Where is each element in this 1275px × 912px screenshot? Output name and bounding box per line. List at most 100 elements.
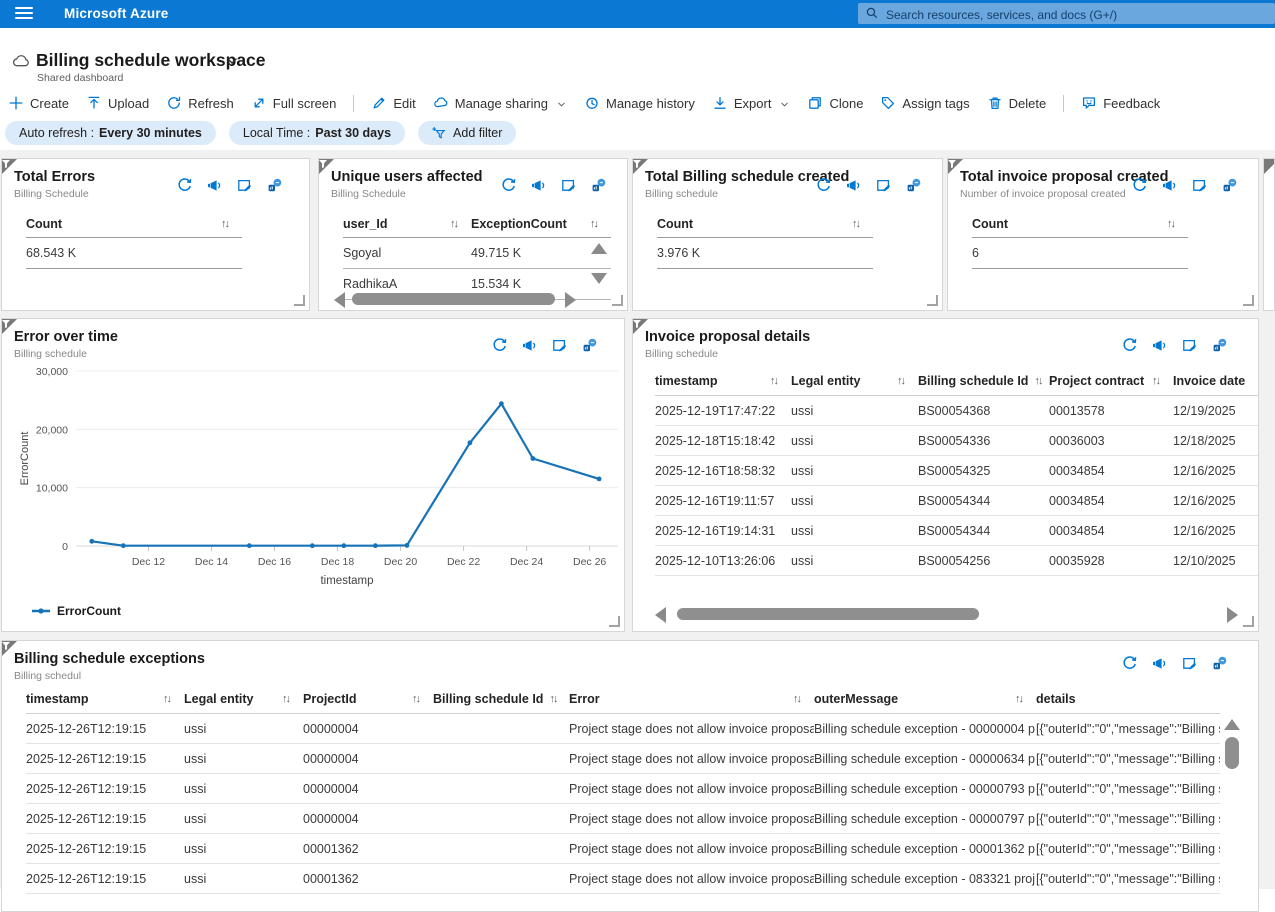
column-header-timestamp[interactable]: timestamp↑↓	[655, 374, 791, 388]
announcement-icon[interactable]	[1151, 655, 1168, 672]
column-header-outermessage[interactable]: outerMessage↑↓	[814, 692, 1036, 706]
horizontal-scrollbar-thumb[interactable]	[352, 293, 555, 305]
sort-icon[interactable]: ↑↓	[450, 218, 457, 230]
analytics-icon[interactable]	[1211, 655, 1228, 672]
analytics-icon[interactable]	[590, 177, 607, 194]
column-header-billing-schedule-id[interactable]: Billing schedule Id↑↓	[433, 692, 569, 706]
column-header-count[interactable]: Count↑↓	[657, 217, 873, 231]
tile-refresh-icon[interactable]	[1121, 337, 1138, 354]
toolbar-button-refresh[interactable]: Refresh	[166, 95, 234, 111]
cell: ussi	[791, 404, 918, 418]
toolbar-button-feedback[interactable]: Feedback	[1081, 95, 1160, 111]
column-header-legal-entity[interactable]: Legal entity↑↓	[791, 374, 918, 388]
sort-icon[interactable]: ↑↓	[221, 218, 228, 230]
note-edit-icon[interactable]	[875, 177, 892, 194]
toolbar-button-label: Upload	[108, 96, 149, 111]
tile-resize-handle[interactable]	[294, 295, 305, 306]
column-header-billing-schedule-id[interactable]: Billing schedule Id↑↓	[918, 374, 1049, 388]
analytics-icon[interactable]	[266, 177, 283, 194]
toolbar-button-assign-tags[interactable]: Assign tags	[880, 95, 969, 111]
table-row: 6	[972, 238, 1188, 269]
column-header-project-contract[interactable]: Project contract↑↓	[1049, 374, 1173, 388]
scroll-right-arrow[interactable]	[1227, 607, 1238, 623]
tile-refresh-icon[interactable]	[500, 177, 517, 194]
sort-icon[interactable]: ↑↓	[282, 693, 289, 705]
toolbar-button-create[interactable]: Create	[8, 95, 69, 111]
column-header-error[interactable]: Error↑↓	[569, 692, 814, 706]
column-header-invoice-date[interactable]: Invoice date	[1173, 374, 1259, 388]
tile-refresh-icon[interactable]	[176, 177, 193, 194]
announcement-icon[interactable]	[206, 177, 223, 194]
hamburger-menu-icon[interactable]	[15, 7, 33, 21]
toolbar-button-manage-sharing[interactable]: Manage sharing	[433, 95, 567, 111]
y-tick-label: 30,000	[36, 366, 68, 378]
column-header-projectid[interactable]: ProjectId↑↓	[303, 692, 433, 706]
note-edit-icon[interactable]	[560, 177, 577, 194]
announcement-icon[interactable]	[1161, 177, 1178, 194]
announcement-icon[interactable]	[845, 177, 862, 194]
unique-users-table: user_Id↑↓ExceptionCount↑↓Sgoyal49.715 KR…	[343, 211, 611, 300]
sort-icon[interactable]: ↑↓	[163, 693, 170, 705]
column-header-user-id[interactable]: user_Id↑↓	[343, 217, 471, 231]
toolbar-button-manage-history[interactable]: Manage history	[584, 95, 695, 111]
time-range-filter-pill[interactable]: Local Time : Past 30 days	[229, 121, 405, 145]
toolbar-button-full-screen[interactable]: Full screen	[251, 95, 337, 111]
sort-icon[interactable]: ↑↓	[412, 693, 419, 705]
scroll-left-arrow[interactable]	[655, 607, 666, 623]
announcement-icon[interactable]	[530, 177, 547, 194]
sort-icon[interactable]: ↑↓	[897, 375, 904, 387]
toolbar-button-upload[interactable]: Upload	[86, 95, 149, 111]
sort-icon[interactable]: ↑↓	[793, 693, 800, 705]
toolbar-button-export[interactable]: Export	[712, 95, 791, 111]
note-edit-icon[interactable]	[1191, 177, 1208, 194]
scroll-up-arrow[interactable]	[1224, 719, 1240, 730]
sort-icon[interactable]: ↑↓	[1015, 693, 1022, 705]
add-filter-button[interactable]: Add filter	[418, 121, 516, 145]
tile-resize-handle[interactable]	[1243, 616, 1254, 627]
tile-refresh-icon[interactable]	[815, 177, 832, 194]
toolbar-button-clone[interactable]: Clone	[807, 95, 863, 111]
toolbar-button-delete[interactable]: Delete	[987, 95, 1047, 111]
line-chart-svg: 010,00020,00030,000Dec 12Dec 14Dec 16Dec…	[2, 349, 624, 632]
sort-icon[interactable]: ↑↓	[852, 218, 859, 230]
announcement-icon[interactable]	[1151, 337, 1168, 354]
tile-resize-handle[interactable]	[609, 616, 620, 627]
data-point-marker	[247, 543, 252, 548]
tile-resize-handle[interactable]	[612, 295, 623, 306]
column-header-timestamp[interactable]: timestamp↑↓	[26, 692, 184, 706]
note-edit-icon[interactable]	[1181, 337, 1198, 354]
azure-brand[interactable]: Microsoft Azure	[64, 6, 169, 21]
column-header-details[interactable]: details	[1036, 692, 1220, 706]
column-header-exceptioncount[interactable]: ExceptionCount↑↓	[471, 217, 611, 231]
column-header-count[interactable]: Count↑↓	[972, 217, 1188, 231]
scroll-down-arrow[interactable]	[591, 273, 607, 284]
sort-icon[interactable]: ↑↓	[549, 693, 556, 705]
tile-refresh-icon[interactable]	[1121, 655, 1138, 672]
toolbar-button-edit[interactable]: Edit	[371, 95, 415, 111]
vertical-scrollbar-thumb[interactable]	[1225, 737, 1239, 769]
horizontal-scrollbar-thumb[interactable]	[677, 608, 979, 620]
analytics-icon[interactable]	[1221, 177, 1238, 194]
sort-icon[interactable]: ↑↓	[770, 375, 777, 387]
tile-resize-handle[interactable]	[927, 295, 938, 306]
tile-refresh-icon[interactable]	[1131, 177, 1148, 194]
note-edit-icon[interactable]	[1181, 655, 1198, 672]
analytics-icon[interactable]	[905, 177, 922, 194]
sort-icon[interactable]: ↑↓	[1167, 218, 1174, 230]
analytics-icon[interactable]	[1211, 337, 1228, 354]
column-header-legal-entity[interactable]: Legal entity↑↓	[184, 692, 303, 706]
sort-icon[interactable]: ↑↓	[1152, 375, 1159, 387]
tile-resize-handle[interactable]	[1243, 295, 1254, 306]
tile-title: Total Errors	[14, 169, 95, 185]
sort-icon[interactable]: ↑↓	[590, 218, 597, 230]
scroll-left-arrow[interactable]	[334, 292, 345, 308]
auto-refresh-filter-pill[interactable]: Auto refresh : Every 30 minutes	[5, 121, 216, 145]
note-edit-icon[interactable]	[236, 177, 253, 194]
search-input[interactable]	[884, 3, 1268, 26]
scroll-up-arrow[interactable]	[591, 243, 607, 254]
sort-icon[interactable]: ↑↓	[1034, 375, 1041, 387]
table-header-row: Count↑↓	[972, 211, 1188, 238]
column-header-count[interactable]: Count↑↓	[26, 217, 242, 231]
scroll-right-arrow[interactable]	[565, 292, 576, 308]
chevron-down-icon[interactable]	[224, 53, 240, 69]
